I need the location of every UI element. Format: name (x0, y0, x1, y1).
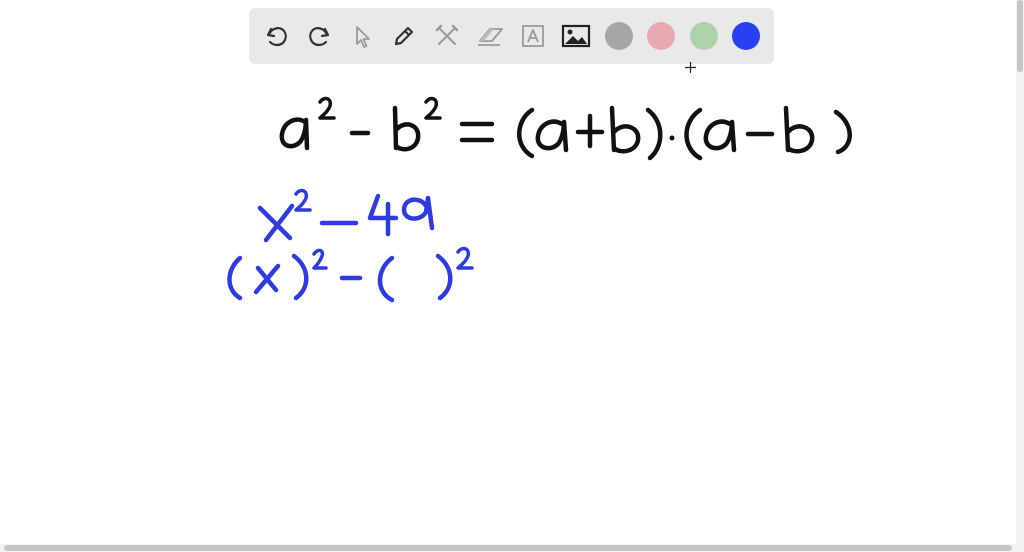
redo-icon (309, 27, 330, 47)
color-swatch-green[interactable] (690, 22, 718, 50)
text-box-icon (522, 25, 544, 47)
color-swatch-pink[interactable] (647, 22, 675, 50)
color-swatch-blue[interactable] (732, 22, 760, 50)
pointer-icon (356, 26, 370, 48)
undo-icon (266, 27, 287, 47)
color-swatch-gray[interactable] (605, 22, 633, 50)
formula-difference-of-squares (279, 96, 852, 161)
crosshair-cursor-icon (685, 62, 696, 73)
whiteboard-app (0, 0, 1024, 552)
crossed-tools-icon (435, 24, 459, 45)
image-icon (561, 24, 591, 48)
redo-button[interactable] (301, 18, 337, 54)
undo-button[interactable] (259, 18, 295, 54)
eraser-icon (478, 28, 503, 46)
horizontal-scrollbar-thumb[interactable] (4, 545, 1012, 551)
expression-x-squared-minus-49 (257, 188, 435, 243)
drawing-toolbar (249, 8, 774, 64)
vertical-scrollbar[interactable] (1016, 0, 1024, 544)
handwriting-layer (227, 96, 852, 303)
pen-icon (394, 26, 414, 46)
horizontal-scrollbar[interactable] (0, 544, 1024, 552)
text-tool-button[interactable] (515, 18, 551, 54)
select-tool-button[interactable] (344, 18, 380, 54)
eraser-tool-button[interactable] (472, 18, 508, 54)
pen-tool-button[interactable] (386, 18, 422, 54)
drawing-canvas[interactable] (0, 0, 1024, 552)
image-tool-button[interactable] (558, 18, 594, 54)
vertical-scrollbar-thumb[interactable] (1017, 0, 1023, 72)
expression-squares-form (227, 246, 474, 303)
tools-button[interactable] (429, 18, 465, 54)
